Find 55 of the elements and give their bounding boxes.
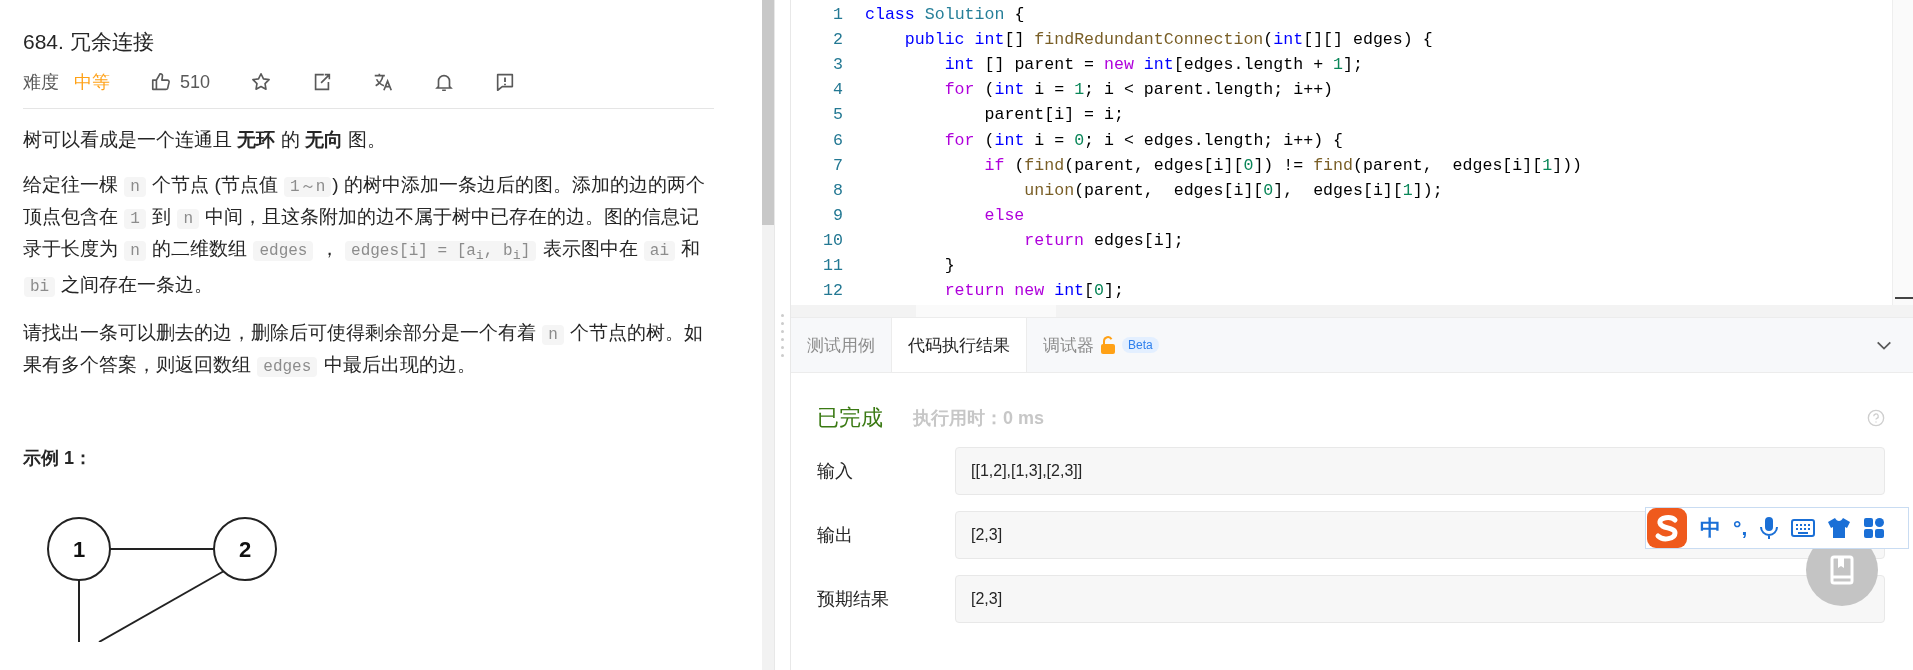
line-number: 7 xyxy=(832,155,844,175)
code-line: public int[] findRedundantConnection(int[][] edges) { xyxy=(903,30,1433,50)
code-line: return edges[i]; xyxy=(1023,230,1184,250)
example-heading: 示例 1： xyxy=(23,447,92,471)
punctuation-toggle[interactable]: °, xyxy=(1733,516,1748,540)
book-icon xyxy=(1828,555,1856,585)
code-line: for (int i = 0; i < edges.length; i++) { xyxy=(943,130,1343,150)
line-number: 5 xyxy=(832,105,844,125)
line-number: 8 xyxy=(832,180,844,200)
graph-drawing: 1 2 xyxy=(23,482,283,643)
like-count: 510 xyxy=(180,71,211,93)
code-line: if (find(parent, edges[i][0]) != find(parent, edges[i][1])) xyxy=(983,155,1583,175)
description-paragraph: 树可以看成是一个连通且 无环 的 无向 图。 xyxy=(23,128,388,152)
code-line: parent[i] = i; xyxy=(983,105,1124,125)
line-number: 4 xyxy=(832,80,844,100)
difficulty-value: 中等 xyxy=(74,71,110,94)
line-number: 9 xyxy=(832,205,844,225)
status-text: 已完成 xyxy=(817,404,883,432)
console-tab[interactable]: 调试器 Beta xyxy=(1027,318,1175,372)
runtime-text: 执行用时：0 ms xyxy=(913,407,1045,430)
input-mode-toggle[interactable]: 中 xyxy=(1700,514,1721,542)
result-value: [[1,2],[1,3],[2,3]] xyxy=(955,447,1885,495)
line-number: 1 xyxy=(832,5,844,25)
shirt-icon[interactable] xyxy=(1827,517,1852,539)
code-line: return new int[0]; xyxy=(943,281,1124,301)
microphone-icon[interactable] xyxy=(1759,516,1780,540)
result-label: 输入 xyxy=(817,460,854,483)
console-tab[interactable]: 代码执行结果 xyxy=(891,318,1027,372)
star-icon[interactable] xyxy=(250,71,273,93)
lock-icon xyxy=(1100,336,1116,354)
code-line: } xyxy=(943,256,955,275)
line-number: 6 xyxy=(832,130,844,150)
line-number: 3 xyxy=(832,55,844,75)
result-value: [2,3] xyxy=(955,575,1885,623)
result-label: 输出 xyxy=(817,524,854,547)
problem-title: 684. 冗余连接 xyxy=(23,29,154,55)
code-line: for (int i = 1; i < parent.length; i++) xyxy=(943,80,1334,100)
code-line: union(parent, edges[i][0], edges[i][1]); xyxy=(1023,180,1443,200)
description-paragraph: 请找出一条可以删去的边，删除后可使得剩余部分是一个有着 n 个节点的树。如果有多个答案，则返回数组 edges 中最后出现的边。 xyxy=(23,321,705,380)
translate-icon[interactable] xyxy=(372,71,395,93)
line-number: 12 xyxy=(822,281,844,301)
result-label: 预期结果 xyxy=(817,588,890,611)
keyboard-icon[interactable] xyxy=(1791,518,1816,538)
difficulty-label: 难度 xyxy=(23,71,59,94)
line-number: 11 xyxy=(822,256,844,275)
thumbs-up-icon[interactable] xyxy=(150,71,172,93)
code-line: class Solution { xyxy=(865,5,1025,25)
console-tab[interactable]: 测试用例 xyxy=(791,318,891,372)
description-paragraph: 给定往一棵 n 个节点 (节点值 1～n ) 的树中添加一条边后的图。添加的边的两个顶点包含在 1 到 n 中间，且这条附加的边不属于树中已存在的边。图的信息记录于长度为 n 的二维数组 edges ， edges[i] = [a$_{i}$, b$_{i}$] 表示图中在 ai 和 bi 之间存在一条边。 xyxy=(23,173,706,300)
line-number: 10 xyxy=(822,230,844,250)
logo-icon[interactable] xyxy=(1646,507,1688,549)
code-line: int [] parent = new int[edges.length + 1]; xyxy=(943,55,1363,75)
grid-icon[interactable] xyxy=(1863,517,1886,539)
code-line: else xyxy=(983,205,1025,225)
line-number: 2 xyxy=(832,30,844,50)
